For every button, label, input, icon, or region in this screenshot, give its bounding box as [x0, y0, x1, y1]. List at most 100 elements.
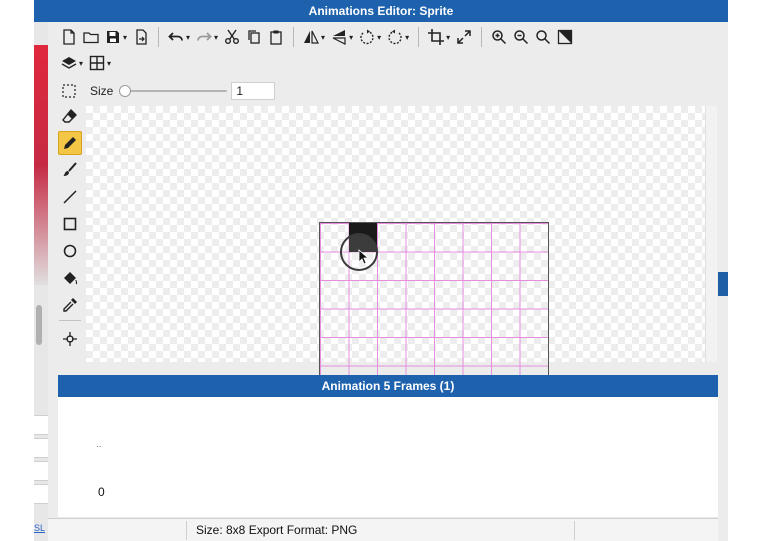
save-button[interactable] [102, 26, 124, 48]
pencil-tool[interactable] [58, 131, 82, 155]
rotate-right-caret-icon[interactable]: ▾ [405, 33, 409, 42]
flip-vertical-icon [332, 30, 346, 45]
status-bar: SL Size: 8x8 Export Format: PNG [34, 518, 718, 541]
tool-separator [59, 320, 81, 321]
cut-button[interactable] [221, 26, 243, 48]
copy-button[interactable] [243, 26, 265, 48]
size-label: Size [90, 84, 114, 98]
line-tool[interactable] [58, 185, 82, 209]
size-slider-track [119, 90, 228, 92]
rotate-left-caret-icon[interactable]: ▾ [377, 33, 381, 42]
size-slider-thumb[interactable] [119, 85, 132, 97]
rotate-left-icon [360, 29, 374, 45]
resize-button[interactable] [453, 26, 475, 48]
flip-horizontal-button[interactable] [300, 26, 322, 48]
layers-icon [61, 57, 77, 69]
fill-tool[interactable] [58, 266, 82, 290]
status-separator [186, 521, 187, 540]
zoom-out-icon [514, 30, 529, 45]
crop-icon [428, 29, 445, 45]
rectangle-tool[interactable] [58, 212, 82, 236]
animation-frames-panel[interactable]: .. 0 [58, 397, 718, 517]
size-input[interactable]: 1 [231, 82, 276, 100]
export-icon [136, 29, 147, 45]
undo-icon [168, 32, 183, 41]
brush-tool[interactable] [58, 158, 82, 182]
rectangle-icon [63, 217, 77, 231]
rotate-right-icon [388, 29, 402, 45]
ellipse-tool[interactable] [58, 239, 82, 263]
status-separator [574, 521, 575, 540]
redo-icon [197, 32, 212, 41]
window-title: Animations Editor: Sprite [34, 0, 728, 22]
animations-editor-window: Animations Editor: Sprite ▾ ▾ ▾ ▾ ▾ ▾ ▾ … [34, 0, 728, 541]
screen: Animations Editor: Sprite ▾ ▾ ▾ ▾ ▾ ▾ ▾ … [0, 0, 763, 541]
flip-vertical-caret-icon[interactable]: ▾ [349, 33, 353, 42]
export-button[interactable] [130, 26, 152, 48]
zoom-out-button[interactable] [510, 26, 532, 48]
flip-horizontal-icon [304, 30, 320, 44]
marquee-select-icon [62, 84, 76, 98]
redo-button[interactable] [193, 26, 215, 48]
layers-caret-icon[interactable]: ▾ [79, 59, 83, 68]
circle-icon [63, 244, 77, 258]
crosshair-icon [63, 332, 77, 346]
canvas-vertical-scrollbar[interactable] [705, 106, 717, 362]
paste-button[interactable] [265, 26, 287, 48]
background-scrollbar [36, 305, 42, 345]
toolbar-separator [418, 27, 420, 47]
line-icon [63, 190, 77, 204]
rotate-left-button[interactable] [356, 26, 378, 48]
undo-button[interactable] [165, 26, 187, 48]
background-field [34, 461, 48, 481]
grid-icon [89, 55, 105, 71]
background-link-text: SL [34, 523, 46, 533]
open-button[interactable] [80, 26, 102, 48]
grid-caret-icon[interactable]: ▾ [107, 59, 111, 68]
eraser-tool[interactable] [58, 104, 82, 128]
expand-icon [457, 30, 471, 44]
pivot-tool[interactable] [58, 327, 82, 351]
crop-button[interactable] [425, 26, 447, 48]
background-field [34, 415, 48, 435]
background-left-margin [0, 0, 34, 541]
frame-thumbnail-placeholder[interactable]: .. [96, 439, 102, 450]
crop-caret-icon[interactable]: ▾ [446, 33, 450, 42]
undo-menu-caret-icon[interactable]: ▾ [186, 33, 190, 42]
background-app-left [34, 0, 48, 541]
select-tool[interactable] [58, 80, 80, 102]
background-red-panel [34, 45, 48, 285]
background-app-right [718, 0, 728, 541]
zoom-in-button[interactable] [488, 26, 510, 48]
zoom-reset-button[interactable] [532, 26, 554, 48]
zoom-in-icon [492, 30, 507, 45]
copy-icon [248, 30, 260, 44]
background-field [34, 484, 48, 504]
status-text: Size: 8x8 Export Format: PNG [196, 523, 358, 537]
background-field [34, 438, 48, 458]
flip-vertical-button[interactable] [328, 26, 350, 48]
scissors-icon [225, 29, 240, 44]
brush-icon [63, 162, 77, 176]
drawing-canvas-area[interactable] [86, 106, 705, 452]
new-file-icon [63, 29, 75, 45]
rotate-right-button[interactable] [384, 26, 406, 48]
background-toggle-button[interactable] [554, 26, 576, 48]
animation-panel-title: Animation 5 Frames (1) [58, 375, 718, 397]
main-toolbar: ▾ ▾ ▾ ▾ ▾ ▾ ▾ ▾ [58, 24, 718, 50]
mouse-pointer-icon [358, 249, 370, 265]
tool-palette [58, 104, 84, 354]
layers-button[interactable] [58, 52, 80, 74]
toolbar-separator [293, 27, 295, 47]
size-slider[interactable] [119, 85, 228, 97]
new-file-button[interactable] [58, 26, 80, 48]
folder-icon [83, 32, 99, 44]
paint-bucket-icon [64, 272, 78, 285]
eyedropper-tool[interactable] [58, 293, 82, 317]
save-menu-caret-icon[interactable]: ▾ [123, 33, 127, 42]
grid-button[interactable] [86, 52, 108, 74]
eyedropper-icon [63, 298, 77, 312]
redo-menu-caret-icon[interactable]: ▾ [214, 33, 218, 42]
flip-horizontal-caret-icon[interactable]: ▾ [321, 33, 325, 42]
clipboard-icon [270, 30, 282, 45]
